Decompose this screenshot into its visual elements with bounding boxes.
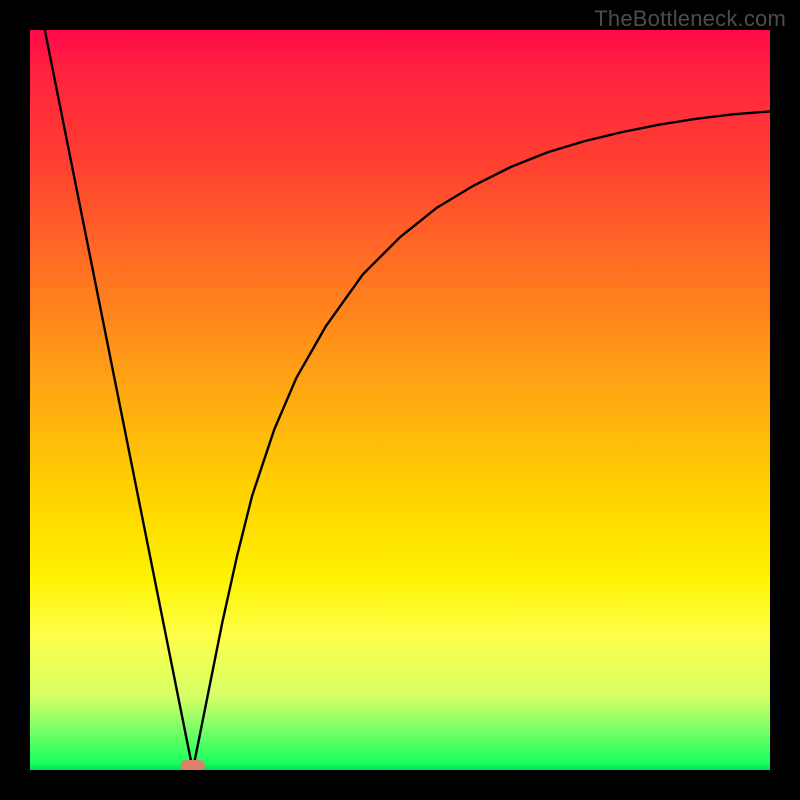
chart-plot-area — [30, 30, 770, 770]
chart-frame: TheBottleneck.com — [0, 0, 800, 800]
attribution-text: TheBottleneck.com — [594, 6, 786, 32]
chart-curve — [45, 30, 770, 770]
chart-marker — [181, 760, 205, 770]
chart-svg-overlay — [30, 30, 770, 770]
